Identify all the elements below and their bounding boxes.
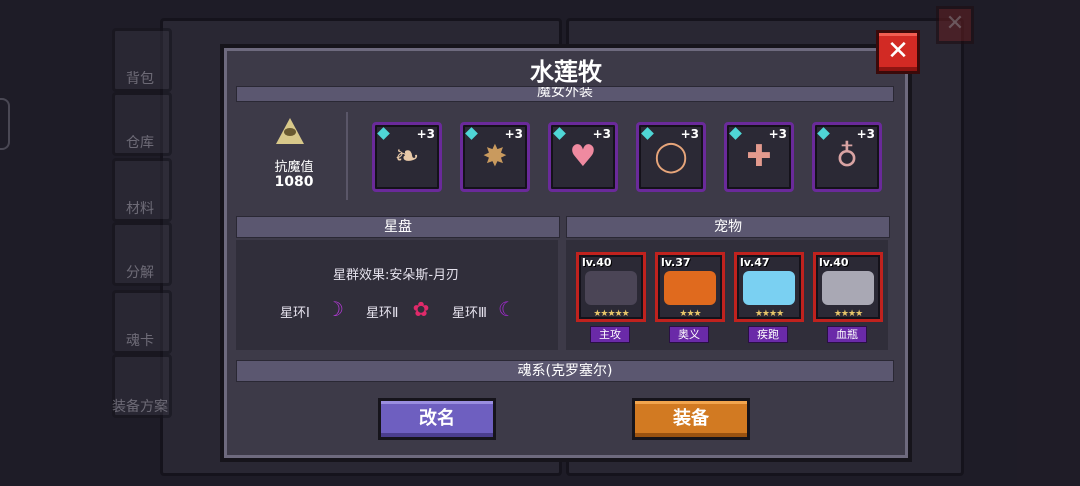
pet-card[interactable]: lv.40 ★★★★★ [576, 252, 646, 322]
cross-icon: ✚ [746, 139, 772, 174]
resist-label: 抗魔值 [274, 160, 314, 175]
pet-stars: ★★★★ [833, 309, 863, 319]
resist-triangle-icon [276, 118, 304, 144]
star-ring-label: 星环Ⅲ [452, 306, 487, 321]
gem-icon [817, 127, 830, 140]
equipment-slot[interactable]: +3 ♥ [548, 122, 618, 192]
pet-card[interactable]: lv.47 ★★★★ [734, 252, 804, 322]
pet-portrait [664, 271, 716, 305]
soul-header: 魂系(克罗塞尔) [236, 360, 894, 382]
rename-button[interactable]: 改名 [378, 398, 496, 440]
pet-role-badge: 主攻 [590, 326, 630, 343]
gem-icon [377, 127, 390, 140]
resist-value: 1080 [274, 174, 314, 190]
star-chart-panel: 星群效果:安朵斯-月刃 [236, 240, 558, 350]
equipment-slot[interactable]: +3 ✸ [460, 122, 530, 192]
pet-level: lv.40 [582, 256, 612, 269]
character-dialog: 水莲牧 ✕ 魔女外装 抗魔值 1080 +3 ❧ +3 ✸ +3 ♥ +3 ◯ +3 ✚ +3 ♁ 星… [220, 30, 920, 462]
star-chart-header: 星盘 [236, 216, 560, 238]
purple-moon-icon[interactable]: ☾ [496, 298, 518, 320]
pet-portrait [822, 271, 874, 305]
horns-icon: ❧ [394, 139, 420, 174]
equip-button[interactable]: 装备 [632, 398, 750, 440]
close-button[interactable]: ✕ [876, 30, 920, 74]
gem-icon [729, 127, 742, 140]
pet-stars: ★★★★★ [593, 309, 629, 319]
pet-portrait [743, 271, 795, 305]
star-ring-label: 星环Ⅰ [280, 306, 310, 321]
gem-icon [465, 127, 478, 140]
pet-card[interactable]: lv.40 ★★★★ [813, 252, 883, 322]
gem-icon [553, 127, 566, 140]
pet-card[interactable]: lv.37 ★★★ [655, 252, 725, 322]
ring-icon: ◯ [654, 139, 688, 174]
equipment-slot[interactable]: +3 ❧ [372, 122, 442, 192]
outfit-header: 魔女外装 [236, 86, 894, 102]
pet-level: lv.37 [661, 256, 691, 269]
amulet-icon: ✸ [482, 139, 508, 174]
pet-role-badge: 疾跑 [748, 326, 788, 343]
pet-role-badge: 奥义 [669, 326, 709, 343]
pet-role-badge: 血瓶 [827, 326, 867, 343]
pouch-icon: ♁ [836, 139, 858, 174]
dialog-title: 水莲牧 [530, 58, 602, 86]
equipment-slot[interactable]: +3 ◯ [636, 122, 706, 192]
purple-crescent-icon[interactable]: ☽ [324, 298, 346, 320]
star-effect-text: 星群效果:安朵斯-月刃 [332, 268, 460, 283]
pink-flower-icon[interactable]: ✿ [410, 298, 432, 320]
pet-stars: ★★★★ [754, 309, 784, 319]
pet-level: lv.40 [819, 256, 849, 269]
gem-icon [641, 127, 654, 140]
heart-icon: ♥ [569, 139, 597, 174]
star-ring-label: 星环Ⅱ [366, 306, 399, 321]
pet-level: lv.47 [740, 256, 770, 269]
equipment-slot[interactable]: +3 ♁ [812, 122, 882, 192]
equipment-slot[interactable]: +3 ✚ [724, 122, 794, 192]
pet-stars: ★★★ [679, 309, 701, 319]
pet-portrait [585, 271, 637, 305]
divider [346, 112, 348, 200]
pets-header: 宠物 [566, 216, 890, 238]
